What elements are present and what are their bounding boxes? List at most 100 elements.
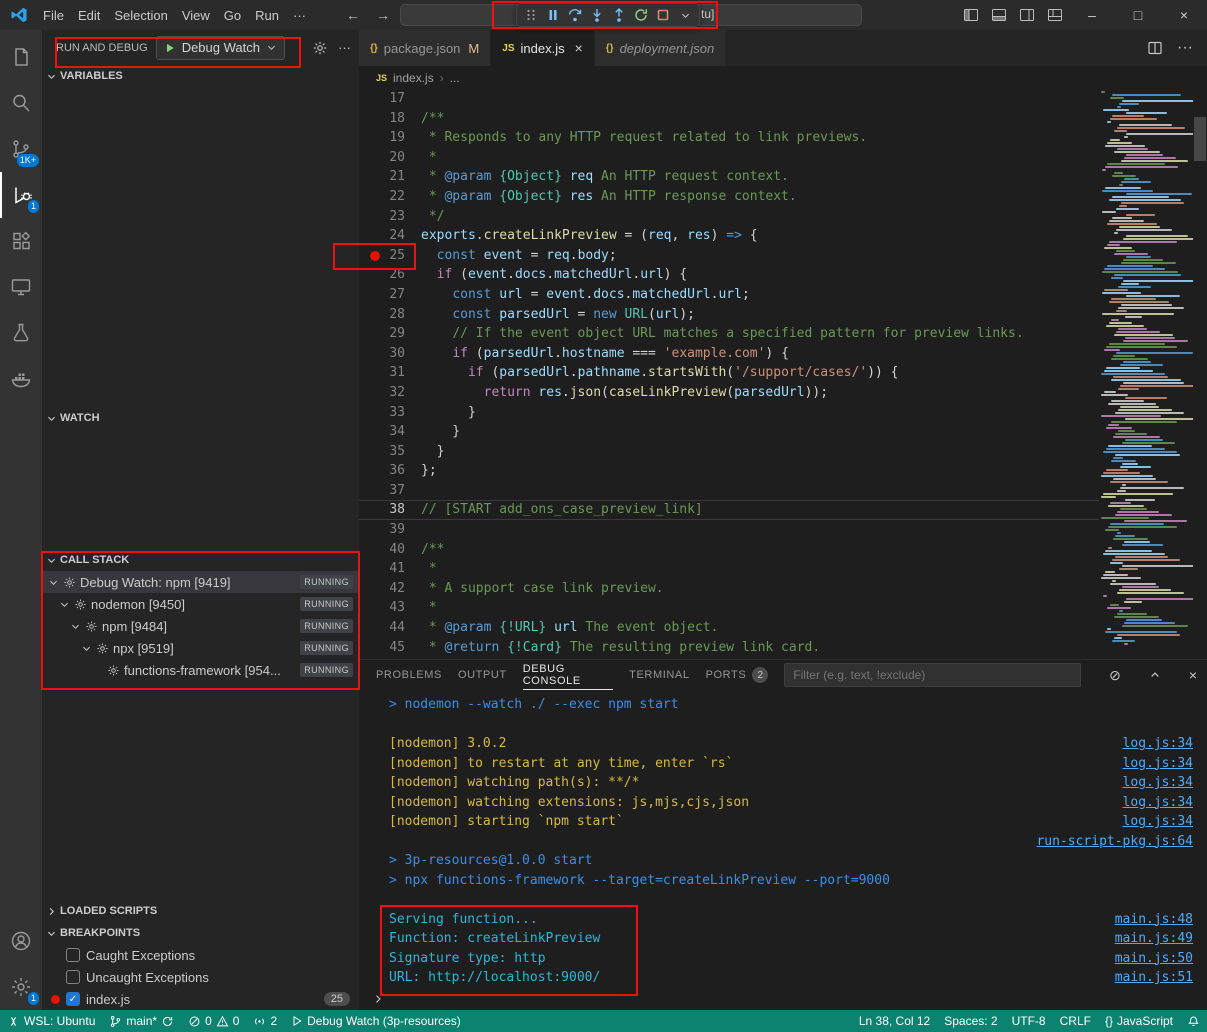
line-number-gutter[interactable]: 22 <box>359 187 421 207</box>
chevron-down-icon[interactable] <box>81 643 92 654</box>
account-icon[interactable] <box>0 918 42 964</box>
gear-icon[interactable] <box>312 40 328 56</box>
line-number-gutter[interactable]: 41 <box>359 559 421 579</box>
tab-debug-console[interactable]: DEBUG CONSOLE <box>523 660 613 690</box>
code-line[interactable]: 29 // If the event object URL matches a … <box>359 324 1099 344</box>
line-number-gutter[interactable]: 42 <box>359 579 421 599</box>
code-line[interactable]: 23 */ <box>359 207 1099 227</box>
line-number-gutter[interactable]: 38 <box>359 500 421 520</box>
language-mode[interactable]: {}JavaScript <box>1098 1010 1180 1032</box>
line-number-gutter[interactable]: 18 <box>359 109 421 129</box>
tab-output[interactable]: OUTPUT <box>458 660 507 690</box>
line-number-gutter[interactable]: 34 <box>359 422 421 442</box>
section-variables[interactable]: VARIABLES <box>42 65 359 87</box>
line-number-gutter[interactable]: 43 <box>359 598 421 618</box>
pause-icon[interactable] <box>542 4 564 26</box>
line-number-gutter[interactable]: 31 <box>359 363 421 383</box>
code-line[interactable]: 18/** <box>359 109 1099 129</box>
forward-arrow-icon[interactable]: → <box>376 7 390 23</box>
editor-scrollbar[interactable] <box>1193 89 1207 659</box>
line-number-gutter[interactable]: 20 <box>359 148 421 168</box>
indentation[interactable]: Spaces: 2 <box>937 1010 1004 1032</box>
git-branch-indicator[interactable]: main* <box>102 1010 181 1032</box>
line-number-gutter[interactable]: 33 <box>359 403 421 423</box>
remote-explorer-icon[interactable] <box>0 264 42 310</box>
line-number-gutter[interactable]: 25 <box>359 246 421 266</box>
code-line[interactable]: 30 if (parsedUrl.hostname === 'example.c… <box>359 344 1099 364</box>
line-number-gutter[interactable]: 27 <box>359 285 421 305</box>
extensions-icon[interactable] <box>0 218 42 264</box>
debug-config-dropdown[interactable]: Debug Watch <box>156 36 285 60</box>
line-number-gutter[interactable]: 26 <box>359 265 421 285</box>
breakpoint-row[interactable]: Caught Exceptions <box>42 944 359 966</box>
menu-file[interactable]: File <box>36 8 71 23</box>
customize-layout-icon[interactable] <box>1041 0 1069 30</box>
step-out-icon[interactable] <box>608 4 630 26</box>
docker-icon[interactable] <box>0 356 42 402</box>
problems-indicator[interactable]: 0 0 <box>181 1010 246 1032</box>
source-link[interactable]: log.js:34 <box>1123 754 1193 774</box>
chevron-down-icon[interactable] <box>70 621 81 632</box>
line-number-gutter[interactable]: 17 <box>359 89 421 109</box>
line-number-gutter[interactable]: 28 <box>359 305 421 325</box>
session-picker-chevron-icon[interactable] <box>674 4 696 26</box>
encoding[interactable]: UTF-8 <box>1005 1010 1053 1032</box>
code-line[interactable]: 32 return res.json(caseLinkPreview(parse… <box>359 383 1099 403</box>
code-line[interactable]: 31 if (parsedUrl.pathname.startsWith('/s… <box>359 363 1099 383</box>
scrollbar-thumb[interactable] <box>1194 117 1206 161</box>
checkbox-unchecked[interactable] <box>66 948 80 962</box>
code-line[interactable]: 33 } <box>359 403 1099 423</box>
maximize-panel-icon[interactable] <box>1149 669 1161 681</box>
call-stack-item[interactable]: functions-framework [954...RUNNING <box>42 659 359 681</box>
close-icon[interactable]: × <box>575 40 583 56</box>
remote-indicator[interactable]: WSL: Ubuntu <box>0 1010 102 1032</box>
debug-console-input[interactable] <box>359 988 1207 1010</box>
section-watch[interactable]: WATCH <box>42 407 359 429</box>
breakpoint-row[interactable]: Uncaught Exceptions <box>42 966 359 988</box>
line-number-gutter[interactable]: 21 <box>359 167 421 187</box>
code-line[interactable]: 42 * A support case link preview. <box>359 579 1099 599</box>
code-line[interactable]: 28 const parsedUrl = new URL(url); <box>359 305 1099 325</box>
source-link[interactable]: log.js:34 <box>1123 793 1193 813</box>
call-stack-item[interactable]: npm [9484]RUNNING <box>42 615 359 637</box>
maximize-button[interactable]: □ <box>1115 0 1161 30</box>
line-number-gutter[interactable]: 19 <box>359 128 421 148</box>
section-breakpoints[interactable]: BREAKPOINTS <box>42 922 359 944</box>
cursor-position[interactable]: Ln 38, Col 12 <box>852 1010 937 1032</box>
console-filter-input[interactable] <box>784 663 1081 687</box>
line-number-gutter[interactable]: 30 <box>359 344 421 364</box>
line-number-gutter[interactable]: 37 <box>359 481 421 501</box>
source-link[interactable]: main.js:48 <box>1115 910 1193 930</box>
settings-gear-icon[interactable]: 1 <box>0 964 42 1010</box>
source-link[interactable]: main.js:51 <box>1115 968 1193 988</box>
chevron-down-icon[interactable] <box>59 599 70 610</box>
close-button[interactable]: × <box>1161 0 1207 30</box>
source-control-icon[interactable]: 1K+ <box>0 126 42 172</box>
code-line[interactable]: 20 * <box>359 148 1099 168</box>
code-line[interactable]: 43 * <box>359 598 1099 618</box>
source-link[interactable]: run-script-pkg.js:64 <box>1036 832 1193 852</box>
toggle-panel-icon[interactable] <box>985 0 1013 30</box>
tab-terminal[interactable]: TERMINAL <box>629 660 689 690</box>
more-actions-icon[interactable]: ··· <box>338 40 351 55</box>
tab-package-json[interactable]: {} package.json M <box>359 30 491 66</box>
line-number-gutter[interactable]: 23 <box>359 207 421 227</box>
chevron-down-icon[interactable] <box>48 577 59 588</box>
minimize-button[interactable]: – <box>1069 0 1115 30</box>
step-into-icon[interactable] <box>586 4 608 26</box>
source-link[interactable]: log.js:34 <box>1123 773 1193 793</box>
source-link[interactable]: main.js:49 <box>1115 929 1193 949</box>
code-line[interactable]: 41 * <box>359 559 1099 579</box>
notifications-bell[interactable] <box>1180 1010 1207 1032</box>
debug-status[interactable]: Debug Watch (3p-resources) <box>284 1010 468 1032</box>
toggle-secondary-sidebar-icon[interactable] <box>1013 0 1041 30</box>
drag-handle-icon[interactable] <box>520 4 542 26</box>
code-line[interactable]: 38// [START add_ons_case_preview_link] <box>359 500 1099 520</box>
breakpoint-dot[interactable] <box>370 251 380 261</box>
code-line[interactable]: 27 const url = event.docs.matchedUrl.url… <box>359 285 1099 305</box>
source-link[interactable]: main.js:50 <box>1115 949 1193 969</box>
start-debug-icon[interactable] <box>164 42 176 54</box>
call-stack-item[interactable]: npx [9519]RUNNING <box>42 637 359 659</box>
section-loaded-scripts[interactable]: LOADED SCRIPTS <box>42 900 359 922</box>
breakpoint-row[interactable]: ✓ index.js 25 <box>42 988 359 1010</box>
